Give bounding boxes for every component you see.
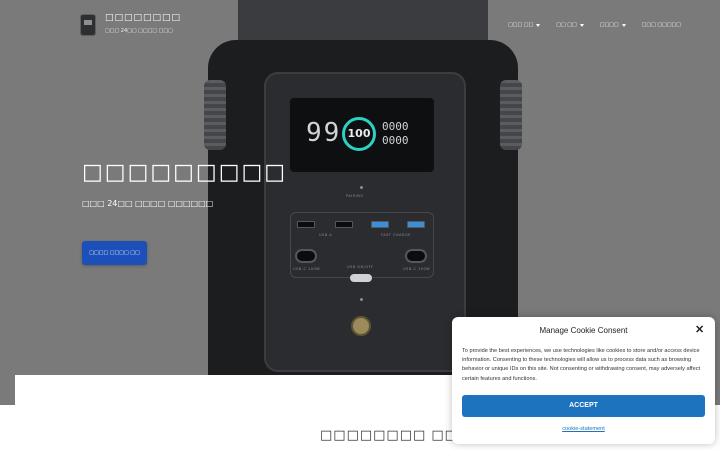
nav-item-label: □□□ □□ <box>508 22 534 28</box>
nav-item-label: □□□ □□□□□ <box>641 22 682 28</box>
site-logo[interactable] <box>80 14 96 36</box>
nav-item-4[interactable]: □□□ □□□□□ <box>642 22 681 28</box>
nav-item-2[interactable]: □□ □□ <box>556 22 584 28</box>
logo-screen-icon <box>84 20 92 25</box>
cookie-statement-link[interactable]: cookie-statement <box>452 426 715 432</box>
cookie-title: Manage Cookie Consent <box>539 326 628 335</box>
hero-subtitle: □□□ 24□□ □□□□ □□□□□□ <box>82 199 214 208</box>
accept-button[interactable]: ACCEPT <box>462 395 705 417</box>
chevron-down-icon <box>621 23 626 27</box>
main-nav: □□□ □□ □□ □□ □□□□ □□□ □□□□□ <box>508 22 681 28</box>
nav-item-label: □□ □□ <box>556 22 577 28</box>
hero-cta-button[interactable]: □□□□ □□□□ □□ <box>82 241 147 265</box>
cookie-consent-dialog: Manage Cookie Consent ✕ To provide the b… <box>452 317 715 444</box>
close-icon[interactable]: ✕ <box>695 325 704 336</box>
site-title[interactable]: □□□□□□□□ <box>105 13 181 23</box>
cookie-body-text: To provide the best experiences, we use … <box>462 348 701 382</box>
chevron-down-icon <box>536 23 541 27</box>
site-tagline: □□□ 24□□ □□□□ □□□ <box>105 28 173 34</box>
nav-item-label: □□□□ <box>599 22 619 28</box>
chevron-down-icon <box>579 23 584 27</box>
nav-item-3[interactable]: □□□□ <box>600 22 626 28</box>
hero-title: □□□□□□□□□ <box>82 160 288 185</box>
nav-item-1[interactable]: □□□ □□ <box>508 22 541 28</box>
section-title: □□□□□□□□ □□ <box>320 428 458 443</box>
